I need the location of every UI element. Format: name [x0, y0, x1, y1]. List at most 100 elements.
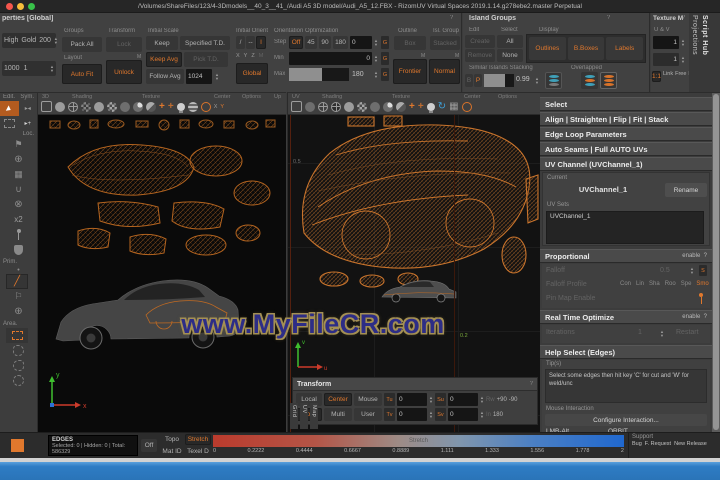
max-slider[interactable] — [289, 68, 349, 81]
orient-slash-button[interactable]: / — [236, 36, 245, 49]
stacking-stepper[interactable]: ▲ ▼ — [535, 74, 539, 87]
mouse-pivot-button[interactable]: Mouse — [354, 393, 382, 406]
select-tool-button[interactable] — [0, 101, 19, 116]
specified-td-button[interactable]: Specified T.D. — [180, 36, 230, 50]
falloff-s-button[interactable]: S — [699, 265, 707, 276]
user-pivot-button[interactable]: User — [354, 408, 382, 421]
uv-center-all-icon[interactable]: + — [418, 101, 424, 112]
minimize-button[interactable] — [17, 3, 24, 10]
point-primitive-button[interactable]: • — [0, 266, 37, 274]
texture-half-icon[interactable] — [146, 101, 156, 112]
orient-i-button[interactable]: I — [256, 36, 266, 49]
v-mult-stepper[interactable]: ▲ ▼ — [681, 53, 685, 66]
labels-button[interactable]: Labels — [606, 37, 644, 60]
outlines-button[interactable]: Outlines — [529, 37, 566, 60]
stacking-b-button[interactable]: B — [465, 74, 473, 87]
feature-request-button[interactable]: F. Request — [645, 441, 671, 447]
box-button[interactable]: Box — [394, 36, 426, 50]
matcap-icon[interactable] — [187, 101, 198, 112]
rect-area-button[interactable] — [6, 328, 28, 343]
step-stepper[interactable]: ▲ ▼ — [374, 36, 378, 49]
iterations-stepper[interactable]: ▲ ▼ — [660, 327, 664, 340]
uv-center-selection-icon[interactable]: + — [409, 101, 415, 112]
uv-grid-icon[interactable]: ▦ — [449, 101, 458, 112]
uv-light-icon[interactable] — [426, 102, 435, 113]
restart-button[interactable]: Restart — [676, 329, 699, 336]
rotate-180-button[interactable]: 180 — [493, 412, 503, 418]
tu-stepper[interactable]: ▲ ▼ — [429, 395, 433, 404]
topo-button[interactable]: Topo — [160, 434, 184, 445]
section-align[interactable]: Align | Straighten | Flip | Fit | Stack — [540, 112, 712, 126]
overlapped-off-icon-button[interactable] — [581, 72, 598, 89]
uv-backface-icon[interactable] — [461, 101, 472, 112]
profile-con[interactable]: Con — [620, 281, 631, 287]
falloff-stepper[interactable]: ▲ ▼ — [690, 265, 694, 276]
pack-resolution-field[interactable]: 1000 1 ▲ ▼ — [2, 61, 56, 76]
stretch-button[interactable]: Stretch — [185, 434, 211, 445]
mat-id-button[interactable]: Mat ID — [160, 446, 184, 457]
quality-stepper[interactable]: ▲ ▼ — [54, 36, 58, 45]
center-pivot-button[interactable]: Center — [324, 393, 352, 406]
link-button[interactable]: Link — [663, 71, 673, 82]
pack-all-button[interactable]: Pack All — [62, 37, 102, 52]
multi-pivot-button[interactable]: Multi — [324, 408, 352, 421]
min-stepper[interactable]: ▲ ▼ — [374, 52, 378, 65]
texture-dot-icon[interactable] — [133, 101, 143, 112]
tab-script-hub[interactable]: Script Hub — [701, 15, 708, 75]
protect-tool-button[interactable] — [0, 242, 37, 257]
display-off-button[interactable]: Off — [141, 439, 157, 452]
follow-avg-value[interactable]: 1024 — [186, 69, 212, 84]
sphere-tool-button[interactable]: ⊕ — [0, 152, 37, 167]
tu-value[interactable]: 0 — [397, 393, 427, 406]
symmetry-pick-button[interactable]: ▸+ — [19, 116, 38, 131]
uv-texture-checker-icon[interactable] — [357, 101, 367, 112]
remove-button[interactable]: Remove — [465, 49, 495, 62]
pin-tool-button[interactable] — [0, 227, 37, 242]
backface-icon[interactable] — [200, 101, 211, 112]
tab-projections[interactable]: Projections — [691, 15, 698, 85]
pick-td-button[interactable]: Pick T.D. — [184, 52, 228, 67]
lock-button[interactable]: Lock — [106, 37, 142, 52]
stacking-slider[interactable] — [484, 74, 514, 87]
min-g-button[interactable]: G — [381, 52, 389, 65]
lasso-add-area-button[interactable] — [0, 358, 37, 373]
sv-value[interactable]: 0 — [447, 408, 478, 421]
step-90-button[interactable]: 90 — [319, 36, 331, 49]
shading-textured-icon[interactable] — [81, 101, 91, 112]
one-one-button[interactable]: 1:1 — [652, 71, 661, 82]
su-stepper[interactable]: ▲ ▼ — [480, 395, 484, 404]
unlock-button[interactable]: Unlock — [106, 60, 142, 84]
profile-spe[interactable]: Spe — [681, 281, 692, 287]
rename-button[interactable]: Rename — [665, 183, 707, 197]
tv-stepper[interactable]: ▲ ▼ — [429, 410, 433, 419]
pack-quality-field[interactable]: High Gold 200 ▲ ▼ — [2, 33, 58, 48]
viewport-uv-canvas[interactable]: 0.5 0.2 v u Transform ? Local Center Mou… — [288, 115, 541, 433]
falloff-value[interactable]: 0.5 — [660, 267, 670, 274]
section-edge-loop[interactable]: Edge Loop Parameters — [540, 127, 712, 141]
rotate-plus90-button[interactable]: +90 — [497, 397, 507, 403]
step-45-button[interactable]: 45 — [305, 36, 317, 49]
step-180-button[interactable]: 180 — [333, 36, 348, 49]
uv-texture-dot-icon[interactable] — [383, 101, 393, 112]
up-y-button[interactable]: Y — [220, 104, 224, 110]
center-selection-icon[interactable]: + — [159, 101, 165, 112]
follow-avg-stepper[interactable]: ▲ ▼ — [215, 69, 219, 84]
bug-button[interactable]: Bug — [632, 441, 642, 447]
section-help-select[interactable]: Help Select (Edges) — [540, 345, 712, 359]
su-value[interactable]: 0 — [447, 393, 478, 406]
select-all-button[interactable]: All — [497, 35, 523, 48]
marquee-tool-button[interactable] — [0, 116, 19, 131]
uv-sets-list[interactable]: UVChannel_1 — [546, 211, 704, 244]
create-button[interactable]: Create — [465, 35, 495, 48]
sphere-primitive-button[interactable]: ⊕ — [0, 304, 37, 319]
orient-dash-button[interactable]: -- — [246, 36, 255, 49]
plane-primitive-button[interactable]: ⚐ — [0, 289, 37, 304]
section-select[interactable]: Select — [540, 97, 712, 111]
select-none-button[interactable]: None — [497, 49, 523, 62]
uv-maximize-viewport-icon[interactable] — [291, 101, 302, 112]
right-panel-scrollbar[interactable] — [712, 93, 720, 432]
overlapped-on-icon-button[interactable] — [600, 72, 617, 89]
section-rto[interactable]: Real Time Optimize enable ? — [540, 310, 712, 324]
zoom-button[interactable] — [28, 3, 35, 10]
center-all-icon[interactable]: + — [168, 101, 174, 112]
